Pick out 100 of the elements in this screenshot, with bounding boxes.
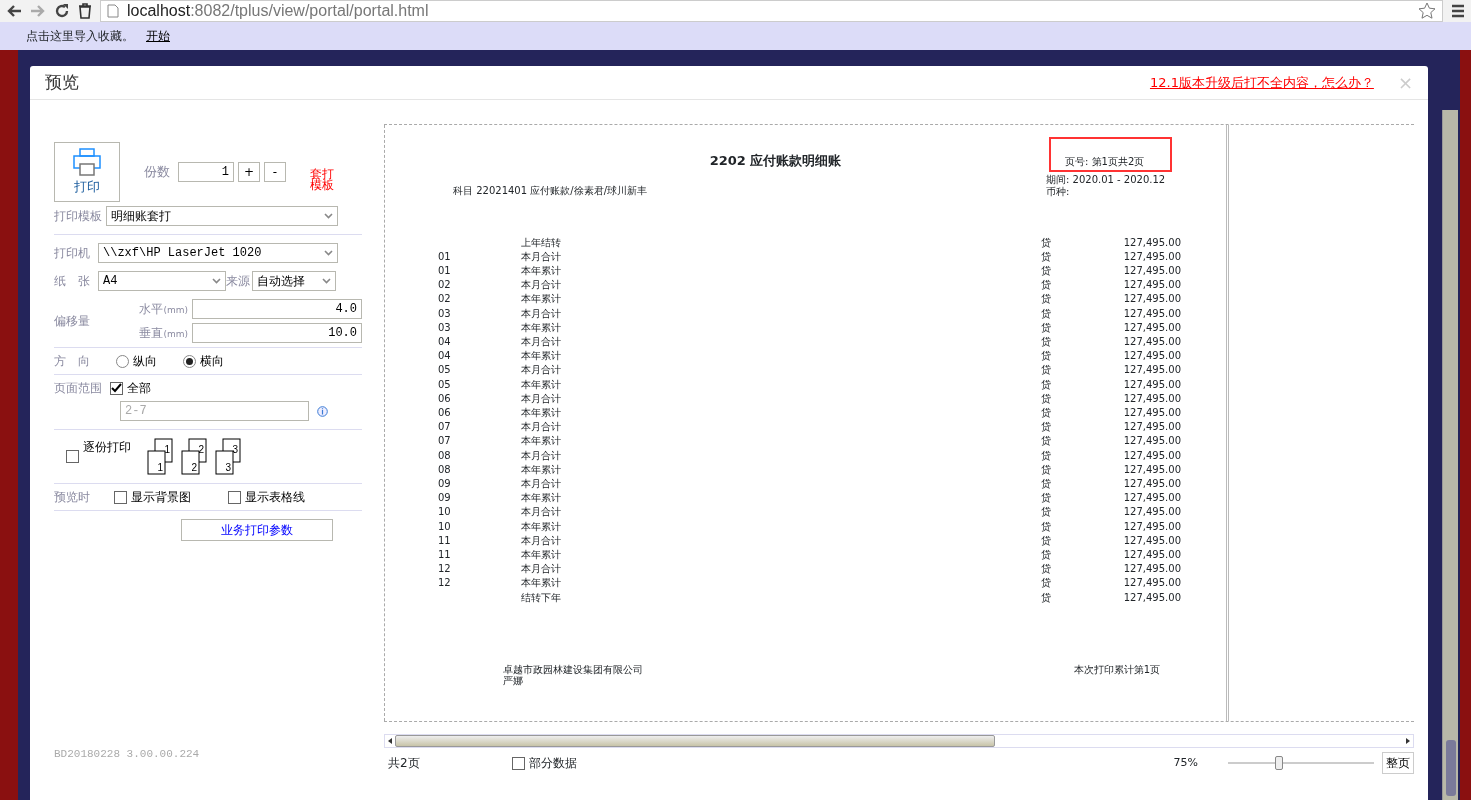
period-cell: 10 (438, 520, 451, 532)
print-params-button[interactable]: 业务打印参数 (181, 519, 333, 541)
period-cell: 09 (438, 492, 451, 504)
menu-icon[interactable] (1451, 4, 1465, 18)
direction-cell: 贷 (1041, 520, 1051, 532)
back-icon[interactable] (6, 4, 22, 18)
reload-icon[interactable] (54, 3, 70, 19)
template-label: 打印模板 (54, 208, 102, 225)
print-button[interactable]: 打印 (54, 142, 120, 202)
balance-cell: 127,495.00 (1123, 364, 1181, 376)
horizontal-offset-field[interactable]: 4.0 (192, 299, 362, 319)
chevron-icon (324, 213, 333, 219)
checkbox-label: 全部 (127, 380, 151, 397)
balance-cell: 127,495.00 (1123, 463, 1181, 475)
radio-label: 纵向 (133, 353, 157, 370)
import-hint: 点击这里导入收藏。 (26, 28, 134, 45)
version-text: BD20180228 3.00.00.224 (54, 746, 201, 762)
balance-cell: 127,495.00 (1123, 421, 1181, 433)
page-total: 共2页 (388, 755, 420, 772)
slider-thumb[interactable] (1275, 756, 1284, 770)
direction-cell: 贷 (1041, 364, 1051, 376)
info-icon[interactable] (317, 405, 328, 417)
scrollbar[interactable] (1442, 110, 1458, 800)
period-cell: 02 (438, 279, 451, 291)
start-link[interactable]: 开始 (146, 27, 170, 45)
address-bar[interactable]: localhost:8082/tplus/view/portal/portal.html (100, 0, 1443, 22)
source-select[interactable]: 自动选择 (252, 271, 336, 291)
direction-cell: 贷 (1041, 506, 1051, 518)
copies-field[interactable]: 1 (178, 162, 234, 182)
period-cell: 11 (438, 548, 451, 560)
direction-cell: 贷 (1041, 321, 1051, 333)
summary-cell: 本年累计 (521, 293, 561, 305)
decrement-button[interactable]: - (264, 162, 286, 182)
balance-cell: 127,495.00 (1123, 378, 1181, 390)
template-select[interactable]: 明细账套打 (106, 206, 338, 226)
star-icon[interactable] (1418, 2, 1436, 20)
summary-cell: 上年结转 (521, 236, 561, 248)
direction-cell: 贷 (1041, 463, 1051, 475)
chevron-icon (324, 250, 333, 256)
balance-cell: 127,495.00 (1123, 293, 1181, 305)
printer-icon (72, 147, 102, 178)
summary-cell: 本月合计 (521, 506, 561, 518)
balance-cell: 127,495.00 (1123, 506, 1181, 518)
subject-text: 科目 22021401 应付账款/徐素君/球川新丰 (453, 183, 647, 198)
printer-select[interactable]: \\zxf\HP LaserJet 1020 (98, 243, 338, 263)
fit-page-button[interactable]: 整页 (1382, 752, 1414, 774)
period-cell: 05 (438, 378, 451, 390)
balance-cell: 127,495.00 (1123, 492, 1181, 504)
paper-select[interactable]: A4 (98, 271, 226, 291)
period-cell: 05 (438, 364, 451, 376)
period-cell: 02 (438, 293, 451, 305)
page-number: 页号: 第1页共2页 (1049, 137, 1172, 172)
period-cell: 08 (438, 449, 451, 461)
balance-cell: 127,495.00 (1123, 534, 1181, 546)
direction-cell: 贷 (1041, 378, 1051, 390)
balance-cell: 127,495.00 (1123, 449, 1181, 461)
summary-cell: 结转下年 (521, 591, 561, 603)
checkbox[interactable] (114, 490, 127, 504)
period-cell: 12 (438, 577, 451, 589)
checkbox[interactable] (66, 450, 79, 463)
balance-cell: 127,495.00 (1123, 335, 1181, 347)
direction-cell: 贷 (1041, 421, 1051, 433)
balance-cell: 127,495.00 (1123, 392, 1181, 404)
direction-cell: 贷 (1041, 577, 1051, 589)
summary-cell: 本年累计 (521, 350, 561, 362)
direction-cell: 贷 (1041, 250, 1051, 262)
balance-cell: 127,495.00 (1123, 591, 1181, 603)
summary-cell: 本年累计 (521, 378, 561, 390)
page-icon (107, 4, 119, 18)
template-note: 套打 模板 (310, 169, 334, 191)
summary-cell: 本月合计 (521, 364, 561, 376)
help-link[interactable]: 12.1版本升级后打不全内容，怎么办？ (1149, 72, 1374, 93)
period-cell: 07 (438, 435, 451, 447)
summary-cell: 本年累计 (521, 321, 561, 333)
vertical-offset-field[interactable]: 10.0 (192, 323, 362, 343)
balance-cell: 127,495.00 (1123, 236, 1181, 248)
balance-cell: 127,495.00 (1123, 279, 1181, 291)
period-cell: 01 (438, 250, 451, 262)
summary-cell: 本年累计 (521, 548, 561, 560)
trash-icon[interactable] (78, 3, 92, 19)
printer-label: 打印机 (54, 245, 90, 262)
checkbox[interactable] (511, 756, 525, 770)
direction-cell: 贷 (1041, 563, 1051, 575)
balance-cell: 127,495.00 (1123, 577, 1181, 589)
summary-cell: 本月合计 (521, 534, 561, 546)
period-cell: 01 (438, 264, 451, 276)
increment-button[interactable]: + (238, 162, 260, 182)
direction-cell: 贷 (1041, 449, 1051, 461)
checkbox[interactable] (228, 490, 241, 504)
period-cell: 11 (438, 534, 451, 546)
period-cell: 04 (438, 350, 451, 362)
report-title: 2202 应付账款明细账 (709, 152, 842, 170)
direction-cell: 贷 (1041, 279, 1051, 291)
checked-checkbox[interactable] (110, 381, 123, 395)
period-cell: 06 (438, 406, 451, 418)
horizontal-scrollbar[interactable] (384, 734, 1414, 748)
chevron-icon (212, 278, 221, 284)
page-range-label: 页面范围 (54, 380, 102, 397)
checkbox-label: 部分数据 (528, 755, 577, 772)
direction-cell: 贷 (1041, 350, 1051, 362)
